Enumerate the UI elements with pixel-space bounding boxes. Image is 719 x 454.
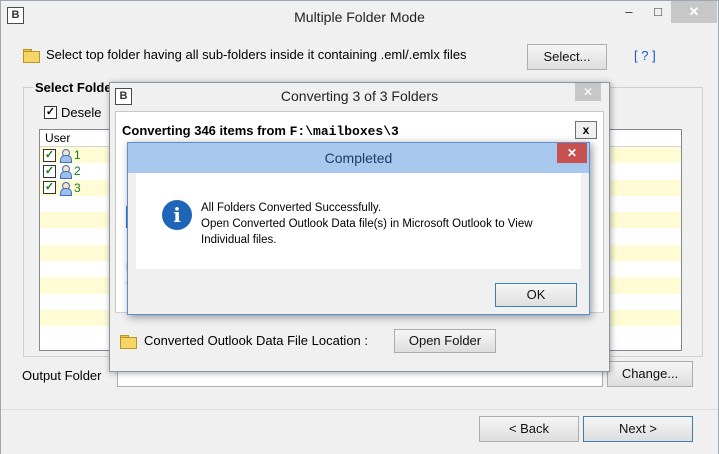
help-link[interactable]: [ ? ] [634, 48, 656, 63]
open-folder-button[interactable]: Open Folder [394, 329, 496, 353]
user-icon [59, 181, 72, 196]
window-title: Multiple Folder Mode [294, 9, 425, 25]
deselect-all-checkbox[interactable]: ✓ Desele [44, 105, 101, 120]
folder-icon [23, 48, 40, 63]
close-button[interactable]: ✕ [575, 83, 601, 101]
completed-title-bar: Completed ✕ [128, 143, 589, 173]
group-label: Select Folde [33, 80, 114, 95]
output-folder-label: Output Folder [22, 368, 102, 383]
converting-status: Converting 346 items from F:\mailboxes\3 [122, 123, 399, 139]
back-button[interactable]: < Back [479, 416, 579, 442]
deselect-label: Desele [61, 105, 102, 120]
cancel-x-button[interactable]: x [575, 121, 597, 139]
checkbox-checked-icon[interactable]: ✓ [44, 106, 57, 119]
completed-dialog: Completed ✕ i All Folders Converted Succ… [127, 142, 590, 315]
maximize-button[interactable]: □ [644, 1, 672, 23]
item-checkbox[interactable]: ✓ [43, 164, 56, 178]
minimize-button[interactable]: – [615, 1, 643, 23]
item-checkbox[interactable]: ✓ [43, 181, 56, 195]
change-button[interactable]: Change... [607, 361, 693, 387]
message-line: Open Converted Outlook Data file(s) in M… [201, 218, 533, 230]
list-item-label: 2 [74, 164, 81, 179]
converting-prefix: Converting 346 items from [122, 123, 290, 138]
close-button[interactable]: ✕ [557, 143, 587, 163]
user-icon [59, 149, 72, 164]
title-bar: B Multiple Folder Mode – □ ✕ [1, 1, 718, 31]
next-button[interactable]: Next > [583, 416, 693, 442]
list-item-label: 1 [74, 148, 81, 163]
user-icon [59, 165, 72, 180]
list-item-label: 3 [74, 180, 81, 195]
completed-message: All Folders Converted Successfully. Open… [201, 200, 571, 248]
item-checkbox[interactable]: ✓ [43, 148, 56, 162]
completed-dialog-title: Completed [324, 150, 393, 166]
location-row: Converted Outlook Data File Location : [120, 333, 369, 349]
converting-path: F:\mailboxes\3 [289, 124, 399, 139]
select-folder-row: Select top folder having all sub-folders… [23, 47, 467, 63]
select-button[interactable]: Select... [527, 44, 607, 70]
folder-icon [120, 334, 137, 349]
select-prompt-label: Select top folder having all sub-folders… [46, 47, 467, 62]
info-icon: i [162, 200, 192, 230]
progress-dialog-title: Converting 3 of 3 Folders [280, 88, 439, 104]
message-line: All Folders Converted Successfully. [201, 202, 382, 214]
location-label: Converted Outlook Data File Location : [144, 333, 369, 348]
completed-body: i All Folders Converted Successfully. Op… [136, 173, 581, 269]
ok-button[interactable]: OK [495, 283, 577, 307]
close-button[interactable]: ✕ [671, 1, 717, 23]
message-line: Individual files. [201, 234, 277, 246]
